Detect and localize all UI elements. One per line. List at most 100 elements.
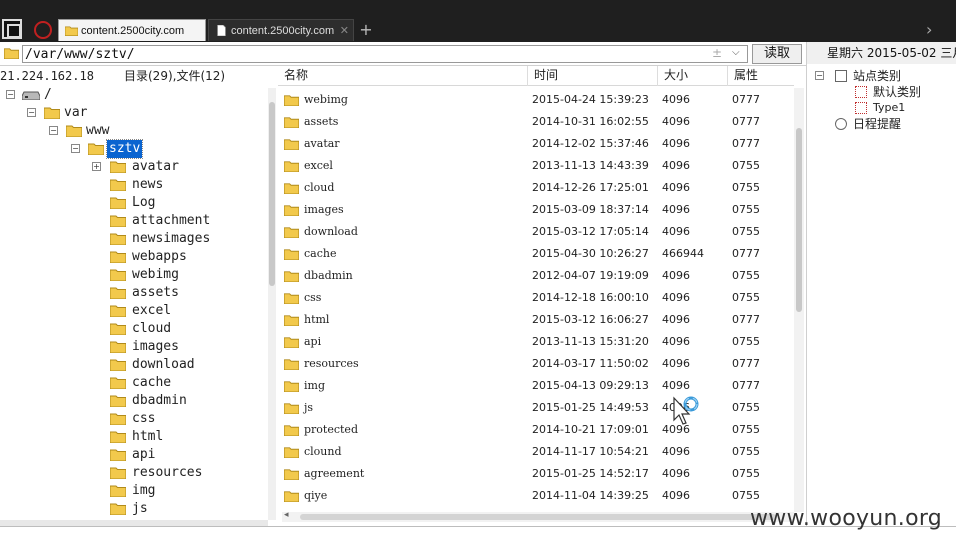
record-icon[interactable] [32, 19, 52, 39]
file-size: 4096 [662, 181, 690, 194]
category-item[interactable]: 默认类别 [815, 84, 955, 100]
tree-node-webimg[interactable]: webimg [0, 266, 260, 284]
table-row[interactable]: agreement 2015-01-25 14:52:17 4096 0755 [278, 463, 794, 485]
table-row[interactable]: html 2015-03-12 16:06:27 4096 0777 [278, 309, 794, 331]
tree-node-sztv[interactable]: − sztv [0, 139, 180, 159]
tree-vertical-scrollbar[interactable] [268, 88, 276, 520]
tree-label: var [64, 105, 88, 120]
tree-node-cloud[interactable]: cloud [0, 320, 260, 338]
tree-node-news[interactable]: news [0, 176, 260, 194]
tree-node-www[interactable]: − www [0, 122, 160, 140]
tree-node-root[interactable]: − / [0, 86, 120, 104]
file-size: 4096 [662, 225, 690, 238]
folder-icon [88, 143, 104, 155]
folder-icon [284, 139, 299, 150]
table-row[interactable]: protected 2014-10-21 17:09:01 4096 0755 [278, 419, 794, 441]
table-row[interactable]: qiye 2014-11-04 14:39:25 4096 0755 [278, 485, 794, 507]
tree-node-dbadmin[interactable]: dbadmin [0, 392, 260, 410]
tree-node-resources[interactable]: resources [0, 464, 260, 482]
table-row[interactable]: css 2014-12-18 16:00:10 4096 0755 [278, 287, 794, 309]
table-row[interactable]: cloud 2014-12-26 17:25:01 4096 0755 [278, 177, 794, 199]
file-name: dbadmin [304, 269, 353, 282]
window-menu-icon[interactable] [2, 19, 22, 39]
table-row[interactable]: assets 2014-10-31 16:02:55 4096 0777 [278, 111, 794, 133]
new-tab-button[interactable]: + [358, 19, 374, 41]
table-row[interactable]: js2015-01-25 14:49:5340960755 [278, 397, 794, 419]
file-name: assets [304, 115, 339, 128]
list-horizontal-scrollbar[interactable]: ◂ [282, 510, 794, 522]
tab-content-2500city-active[interactable]: content.2500city.com [58, 19, 206, 41]
reminder-label: 日程提醒 [853, 117, 902, 131]
tree-node-cache[interactable]: cache [0, 374, 260, 392]
column-header-attr[interactable]: 属性 [728, 66, 790, 86]
tree-node-log[interactable]: Log [0, 194, 260, 212]
folder-icon [110, 197, 126, 209]
table-row[interactable]: cache 2015-04-30 10:26:27 466944 0777 [278, 243, 794, 265]
chevron-down-icon[interactable]: ⌵ [732, 47, 740, 58]
category-item[interactable]: Type1 [815, 100, 955, 116]
chevron-right-icon[interactable]: › [926, 19, 940, 41]
tree-node-img[interactable]: img [0, 482, 260, 500]
folder-icon [110, 179, 126, 191]
close-icon[interactable]: ✕ [340, 20, 349, 41]
tree-node-api[interactable]: api [0, 446, 260, 464]
tree-node-download[interactable]: download [0, 356, 260, 374]
column-header-name[interactable]: 名称 [278, 66, 528, 86]
collapse-icon[interactable]: − [27, 108, 36, 117]
tree-node-var[interactable]: − var [0, 104, 140, 122]
tree-label: resources [132, 465, 203, 480]
collapse-icon[interactable]: − [71, 144, 80, 153]
scroll-thumb[interactable] [269, 102, 275, 286]
table-row[interactable]: download 2015-03-12 17:05:14 4096 0755 [278, 221, 794, 243]
file-list: 名称 时间 大小 属性 webimg 2015-04-24 15:39:23 409… [278, 66, 806, 526]
table-row[interactable]: excel 2013-11-13 14:43:39 4096 0755 [278, 155, 794, 177]
file-name: excel [304, 159, 333, 172]
tree-node-images[interactable]: images [0, 338, 260, 356]
table-row[interactable]: images 2015-03-09 18:37:14 4096 0755 [278, 199, 794, 221]
scroll-thumb[interactable] [796, 128, 802, 312]
table-row[interactable]: avatar 2014-12-02 15:37:46 4096 0777 [278, 133, 794, 155]
file-attr: 0755 [732, 467, 760, 480]
file-size: 4096 [662, 115, 690, 128]
folder-icon [284, 95, 299, 106]
tree-node-excel[interactable]: excel [0, 302, 260, 320]
tree-label: js [132, 501, 148, 516]
tree-node-js[interactable]: js [0, 500, 260, 518]
collapse-icon[interactable]: − [815, 71, 824, 80]
tree-node-avatar[interactable]: + avatar [0, 158, 260, 176]
tree-node-attachment[interactable]: attachment [0, 212, 260, 230]
scroll-thumb[interactable] [300, 514, 776, 520]
scroll-left-icon[interactable]: ◂ [284, 510, 289, 520]
tree-node-newsimages[interactable]: newsimages [0, 230, 260, 248]
date-display: 星期六 2015-05-02 三月 [807, 42, 956, 64]
path-bar: ± ⌵ 读取 [0, 42, 806, 66]
collapse-icon[interactable]: − [6, 90, 15, 99]
tree-label: dbadmin [132, 393, 187, 408]
tab-content-2500city[interactable]: content.2500city.com ✕ [208, 19, 354, 41]
read-button[interactable]: 读取 [752, 44, 802, 64]
category-root-node[interactable]: − 站点类别 [815, 68, 955, 84]
tree-node-webapps[interactable]: webapps [0, 248, 260, 266]
tree-node-css[interactable]: css [0, 410, 260, 428]
table-row[interactable]: dbadmin 2012-04-07 19:19:09 4096 0755 [278, 265, 794, 287]
table-row[interactable]: webimg 2015-04-24 15:39:23 4096 0777 [278, 89, 794, 111]
tree-node-assets[interactable]: assets [0, 284, 260, 302]
tree-node-html[interactable]: html [0, 428, 260, 446]
table-row[interactable]: clound 2014-11-17 10:54:21 4096 0755 [278, 441, 794, 463]
table-row[interactable]: resources 2014-03-17 11:50:02 4096 0777 [278, 353, 794, 375]
tree-label: newsimages [132, 231, 211, 246]
folder-icon [66, 125, 82, 137]
column-header-time[interactable]: 时间 [528, 66, 658, 86]
file-time: 2013-11-13 14:43:39 [532, 159, 649, 172]
reminder-node[interactable]: 日程提醒 [815, 116, 955, 132]
tree-label: images [132, 339, 179, 354]
path-input[interactable] [22, 45, 748, 63]
expand-icon[interactable]: + [92, 162, 101, 171]
folder-icon [110, 485, 126, 497]
table-row[interactable]: api 2013-11-13 15:31:20 4096 0755 [278, 331, 794, 353]
column-header-size[interactable]: 大小 [658, 66, 728, 86]
list-vertical-scrollbar[interactable] [794, 88, 804, 512]
plus-minus-icon[interactable]: ± [712, 46, 722, 60]
table-row[interactable]: img 2015-04-13 09:29:13 4096 0777 [278, 375, 794, 397]
collapse-icon[interactable]: − [49, 126, 58, 135]
